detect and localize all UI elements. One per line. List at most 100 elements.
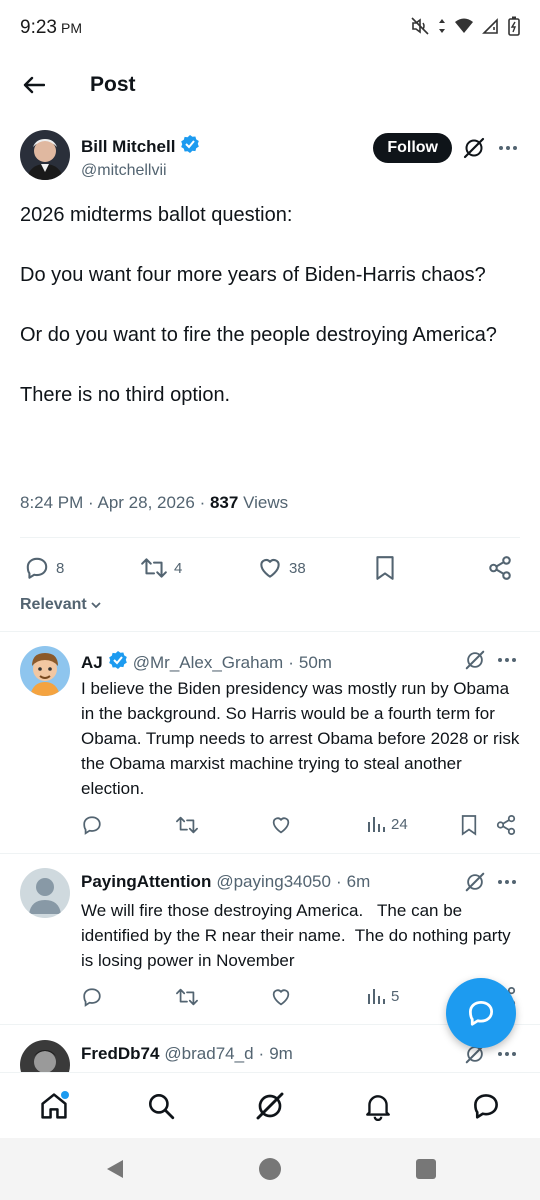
views-chart-icon bbox=[368, 817, 385, 832]
repost-button[interactable]: 4 bbox=[140, 555, 182, 581]
repost-button[interactable] bbox=[175, 986, 199, 1008]
grok-icon[interactable] bbox=[462, 136, 486, 165]
repost-button[interactable] bbox=[175, 814, 199, 836]
reply-header: PayingAttention @paying34050 · 6m bbox=[81, 872, 371, 892]
grok-icon[interactable] bbox=[464, 870, 486, 899]
post-paragraph: Or do you want to fire the people destro… bbox=[20, 324, 497, 346]
reply-avatar[interactable] bbox=[20, 646, 70, 696]
like-count: 38 bbox=[289, 559, 306, 577]
share-button[interactable] bbox=[495, 814, 517, 836]
reply-sort-label: Relevant bbox=[20, 596, 87, 613]
heart-icon bbox=[272, 989, 290, 1006]
like-button[interactable] bbox=[270, 986, 292, 1008]
nav-messages[interactable] bbox=[469, 1089, 503, 1123]
author-avatar[interactable] bbox=[20, 130, 70, 180]
nav-search[interactable] bbox=[144, 1089, 178, 1123]
post-paragraph: 2026 midterms ballot question: bbox=[20, 204, 293, 226]
compose-reply-fab[interactable] bbox=[446, 978, 516, 1048]
reply-author-name[interactable]: AJ bbox=[81, 653, 103, 673]
reply-time: 6m bbox=[346, 872, 371, 891]
reply-actions: 24 bbox=[81, 814, 521, 838]
reply-author-handle: @Mr_Alex_Graham bbox=[132, 652, 284, 672]
views-button[interactable]: 24 bbox=[366, 814, 408, 834]
reply-count: 8 bbox=[56, 559, 65, 577]
reply-item[interactable]: FredDb74 @brad74_d · 9m bbox=[0, 1040, 540, 1072]
status-bar: 9:23 PM bbox=[0, 0, 540, 56]
reply-header: AJ @Mr_Alex_Graham · 50m bbox=[81, 650, 332, 675]
reply-text: I believe the Biden presidency was mostl… bbox=[81, 679, 520, 798]
reply-avatar[interactable] bbox=[20, 868, 70, 918]
reply-avatar[interactable] bbox=[20, 1040, 70, 1072]
reply-button[interactable] bbox=[81, 986, 103, 1008]
like-button[interactable] bbox=[270, 814, 292, 836]
status-ampm: PM bbox=[60, 20, 82, 36]
reply-item[interactable]: AJ @Mr_Alex_Graham · 50m I believe the B… bbox=[0, 646, 540, 846]
more-options-icon[interactable] bbox=[497, 870, 517, 899]
like-button[interactable]: 38 bbox=[257, 555, 306, 581]
system-home-icon[interactable] bbox=[258, 1157, 282, 1186]
reply-author-handle: @paying34050 bbox=[216, 872, 331, 891]
share-button[interactable] bbox=[487, 555, 513, 581]
reply-time: 50m bbox=[298, 652, 332, 672]
author-name[interactable]: Bill Mitchell bbox=[81, 137, 175, 157]
reply-icon bbox=[83, 988, 101, 1007]
reply-time: 9m bbox=[269, 1044, 293, 1063]
post-actions: 8 4 38 bbox=[20, 553, 520, 583]
verified-badge-icon bbox=[180, 134, 200, 159]
more-options-icon[interactable] bbox=[497, 648, 517, 677]
reply-sort-dropdown[interactable]: Relevant bbox=[20, 596, 103, 614]
verified-badge-icon bbox=[108, 650, 128, 675]
nav-notifications[interactable] bbox=[361, 1089, 395, 1123]
heart-icon bbox=[260, 559, 280, 578]
repost-icon bbox=[141, 558, 167, 578]
data-arrows-icon bbox=[438, 17, 446, 40]
mute-icon bbox=[410, 16, 430, 40]
follow-button[interactable]: Follow bbox=[373, 133, 452, 163]
nav-grok[interactable] bbox=[253, 1089, 287, 1123]
reply-author-name[interactable]: PayingAttention bbox=[81, 872, 211, 892]
heart-icon bbox=[272, 817, 290, 834]
signal-icon bbox=[482, 17, 500, 39]
status-icons bbox=[410, 16, 520, 41]
post-meta: 8:24 PM · Apr 28, 2026 · 837 Views bbox=[20, 493, 289, 512]
divider bbox=[0, 631, 540, 632]
grok-icon[interactable] bbox=[464, 648, 486, 677]
repost-icon bbox=[176, 816, 198, 834]
system-back-icon[interactable] bbox=[103, 1157, 127, 1186]
bookmark-button[interactable] bbox=[460, 814, 478, 836]
bell-icon bbox=[366, 1095, 390, 1121]
reply-button[interactable] bbox=[81, 814, 103, 836]
nav-home[interactable] bbox=[37, 1089, 71, 1123]
post-text: 2026 midterms ballot question: Do you wa… bbox=[20, 200, 520, 440]
reply-author-name[interactable]: FredDb74 bbox=[81, 1044, 159, 1064]
post-time[interactable]: 8:24 PM bbox=[20, 493, 83, 512]
views-button[interactable]: 5 bbox=[366, 986, 399, 1006]
divider bbox=[20, 537, 520, 538]
reply-button[interactable]: 8 bbox=[24, 555, 64, 581]
status-time-value: 9:23 bbox=[20, 17, 57, 38]
message-icon bbox=[474, 1094, 498, 1119]
post-paragraph: Do you want four more years of Biden-Har… bbox=[20, 264, 486, 286]
more-options-icon[interactable] bbox=[498, 136, 518, 165]
system-recents-icon[interactable] bbox=[414, 1157, 438, 1186]
share-icon bbox=[496, 814, 516, 836]
post-date[interactable]: Apr 28, 2026 bbox=[97, 493, 194, 512]
more-options-icon[interactable] bbox=[497, 1042, 517, 1071]
author-handle: @mitchellvii bbox=[81, 162, 167, 179]
repost-icon bbox=[176, 988, 198, 1006]
reply-author-handle: @brad74_d bbox=[164, 1044, 254, 1063]
search-icon bbox=[149, 1094, 175, 1120]
back-button[interactable] bbox=[20, 71, 48, 99]
chevron-down-icon bbox=[91, 602, 101, 609]
bookmark-button[interactable] bbox=[374, 555, 396, 581]
status-time: 9:23 PM bbox=[20, 17, 82, 39]
battery-icon bbox=[508, 16, 520, 41]
author-meta: Bill Mitchell @mitchellvii bbox=[81, 130, 200, 180]
bottom-nav bbox=[0, 1072, 540, 1138]
views-chart-icon bbox=[368, 989, 385, 1004]
reply-text: We will fire those destroying America. T… bbox=[81, 901, 516, 970]
notification-dot bbox=[61, 1091, 69, 1099]
reply-bubble-icon bbox=[469, 1001, 493, 1026]
page-title: Post bbox=[90, 73, 136, 96]
divider bbox=[0, 853, 540, 854]
